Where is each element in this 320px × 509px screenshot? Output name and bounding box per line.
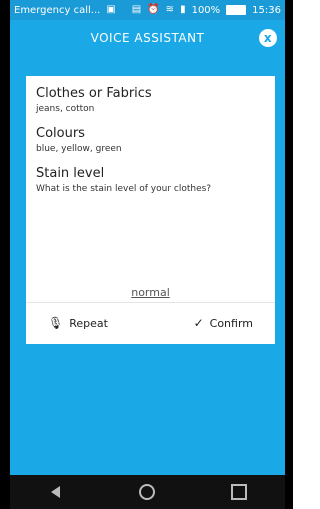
wifi-icon: ≋ (165, 4, 175, 15)
field-clothes-fabrics: Clothes or Fabrics jeans, cotton (36, 86, 265, 114)
confirm-label: Confirm (209, 316, 253, 330)
field-title: Clothes or Fabrics (36, 86, 152, 101)
answer-link[interactable]: normal (26, 286, 275, 299)
status-time: 15:36 (252, 4, 281, 16)
signal-icon: ▮ (180, 4, 186, 15)
confirm-button[interactable]: ✓ Confirm (194, 316, 253, 330)
status-left-text: Emergency call... (14, 4, 101, 16)
navigation-bar (10, 475, 285, 509)
microphone-icon: 🎙 (48, 316, 64, 330)
right-bezel (285, 0, 293, 509)
status-right: ▤ ⏰ ≋ ▮ 100% 15:36 (132, 5, 281, 16)
status-left: Emergency call... ▣ (14, 5, 116, 16)
field-value: jeans, cotton (36, 104, 95, 114)
status-bar: Emergency call... ▣ ▤ ⏰ ≋ ▮ 100% 15:36 (10, 0, 285, 20)
card-actions: 🎙 Repeat ✓ Confirm (26, 302, 275, 344)
check-icon: ✓ (193, 316, 204, 330)
page-title: VOICE ASSISTANT (90, 31, 205, 45)
assistant-card: Clothes or Fabrics jeans, cotton Colours… (26, 76, 275, 344)
header: VOICE ASSISTANT x (10, 20, 285, 56)
battery-percent: 100% (191, 4, 221, 16)
field-question: What is the stain level of your clothes? (36, 184, 212, 194)
close-button[interactable]: x (259, 29, 277, 47)
field-stain-level: Stain level What is the stain level of y… (36, 166, 265, 194)
recent-apps-button[interactable] (227, 480, 251, 504)
field-colours: Colours blue, yellow, green (36, 126, 265, 154)
field-title: Stain level (36, 166, 105, 181)
image-icon: ▣ (106, 4, 116, 15)
left-bezel (0, 0, 10, 509)
repeat-label: Repeat (69, 316, 108, 330)
recent-apps-icon (231, 484, 248, 500)
battery-icon (226, 5, 247, 15)
back-icon (51, 486, 61, 498)
field-title: Colours (36, 126, 85, 141)
alarm-icon: ⏰ (147, 4, 160, 15)
phone-screen: Emergency call... ▣ ▤ ⏰ ≋ ▮ 100% 15:36 V… (0, 0, 293, 509)
field-value: blue, yellow, green (36, 144, 122, 154)
sim-icon: ▤ (131, 4, 142, 15)
home-icon (139, 484, 156, 500)
repeat-button[interactable]: 🎙 Repeat (48, 316, 108, 330)
voice-assistant-screen: VOICE ASSISTANT x Clothes or Fabrics jea… (10, 20, 285, 475)
home-button[interactable] (135, 480, 159, 504)
back-button[interactable] (44, 480, 68, 504)
close-icon: x (263, 31, 273, 45)
